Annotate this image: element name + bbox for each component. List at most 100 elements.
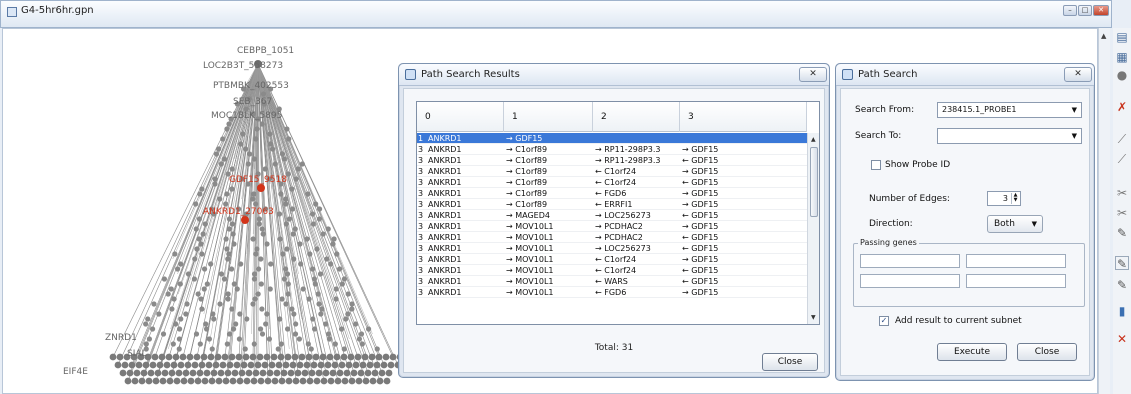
network-node[interactable] xyxy=(203,326,210,332)
network-node[interactable] xyxy=(365,326,372,332)
network-node[interactable] xyxy=(380,361,388,369)
network-node[interactable] xyxy=(275,346,281,352)
network-node[interactable] xyxy=(292,226,298,232)
network-node[interactable] xyxy=(193,331,200,337)
table-scrollbar[interactable]: ▲ ▼ xyxy=(807,133,819,324)
network-node[interactable] xyxy=(341,377,349,385)
network-node[interactable] xyxy=(143,341,149,347)
passing-gene-field[interactable] xyxy=(860,274,960,288)
network-node[interactable] xyxy=(293,321,299,327)
network-node[interactable] xyxy=(281,156,288,162)
network-node[interactable] xyxy=(334,251,340,257)
network-node[interactable] xyxy=(245,161,251,167)
network-node[interactable] xyxy=(364,369,372,377)
network-node[interactable] xyxy=(291,256,297,262)
network-node[interactable] xyxy=(256,221,262,227)
network-node[interactable] xyxy=(338,326,345,332)
network-node[interactable] xyxy=(283,201,289,207)
network-node[interactable] xyxy=(317,361,325,369)
network-node[interactable] xyxy=(345,291,351,297)
network-node[interactable] xyxy=(203,369,211,377)
network-node[interactable] xyxy=(319,306,325,312)
network-node[interactable] xyxy=(116,353,124,361)
network-node[interactable] xyxy=(330,241,336,247)
scissors-icon[interactable]: ✂ xyxy=(1115,206,1129,220)
network-node[interactable] xyxy=(292,377,300,385)
network-node[interactable] xyxy=(124,377,132,385)
network-node[interactable] xyxy=(221,353,229,361)
network-node[interactable] xyxy=(259,306,265,312)
network-node[interactable] xyxy=(160,331,167,337)
delete-tool-icon[interactable]: ✗ xyxy=(1115,100,1129,114)
network-node[interactable] xyxy=(291,353,299,361)
network-node[interactable] xyxy=(278,377,286,385)
network-node[interactable] xyxy=(308,369,316,377)
network-node[interactable] xyxy=(284,271,291,277)
network-node[interactable] xyxy=(267,131,273,137)
network-node[interactable] xyxy=(166,377,174,385)
network-node[interactable] xyxy=(217,196,223,202)
network-node[interactable] xyxy=(285,281,291,287)
network-node[interactable] xyxy=(208,261,214,267)
network-node[interactable] xyxy=(301,369,309,377)
network-node[interactable] xyxy=(191,276,198,282)
network-node[interactable] xyxy=(121,361,129,369)
network-node[interactable] xyxy=(289,361,297,369)
network-node[interactable] xyxy=(371,369,379,377)
network-node[interactable] xyxy=(169,306,175,312)
network-node[interactable] xyxy=(289,306,295,312)
network-node[interactable] xyxy=(234,286,240,292)
network-node[interactable] xyxy=(213,151,220,157)
network-node[interactable] xyxy=(268,141,274,147)
network-node[interactable] xyxy=(211,316,217,322)
network-node[interactable] xyxy=(226,251,232,257)
network-node[interactable] xyxy=(238,261,244,267)
network-node[interactable] xyxy=(305,353,313,361)
network-node[interactable] xyxy=(140,369,148,377)
network-node[interactable] xyxy=(325,226,331,232)
network-node[interactable] xyxy=(271,377,279,385)
network-node[interactable] xyxy=(247,361,255,369)
network-node[interactable] xyxy=(289,186,295,192)
close-tool-icon[interactable]: ✕ xyxy=(1115,332,1129,346)
network-node[interactable] xyxy=(316,216,323,222)
network-node[interactable] xyxy=(235,353,243,361)
network-node[interactable] xyxy=(277,316,283,322)
network-node[interactable] xyxy=(250,377,258,385)
pen-icon[interactable]: ✎ xyxy=(1115,226,1129,240)
network-node[interactable] xyxy=(373,361,381,369)
network-node[interactable] xyxy=(310,361,318,369)
scroll-thumb[interactable] xyxy=(810,147,818,217)
network-node[interactable] xyxy=(299,161,305,167)
network-node[interactable] xyxy=(327,377,335,385)
network-node[interactable] xyxy=(212,176,218,182)
network-node[interactable] xyxy=(168,286,174,292)
network-node[interactable] xyxy=(312,353,320,361)
network-node[interactable] xyxy=(347,353,355,361)
network-node[interactable] xyxy=(201,377,209,385)
network-node[interactable] xyxy=(259,226,265,232)
network-node[interactable] xyxy=(176,336,183,342)
network-node[interactable] xyxy=(156,361,164,369)
network-node[interactable] xyxy=(374,346,380,352)
network-node[interactable] xyxy=(215,146,222,152)
network-node[interactable] xyxy=(345,361,353,369)
network-node[interactable] xyxy=(259,369,267,377)
network-node[interactable] xyxy=(366,361,374,369)
network-node[interactable] xyxy=(349,306,355,312)
network-node[interactable] xyxy=(253,136,259,142)
network-node[interactable] xyxy=(355,377,363,385)
network-node[interactable] xyxy=(268,361,276,369)
network-node[interactable] xyxy=(240,361,248,369)
network-node[interactable] xyxy=(329,369,337,377)
network-node[interactable] xyxy=(196,236,202,242)
network-node[interactable] xyxy=(277,236,283,242)
network-node[interactable] xyxy=(229,221,235,227)
network-node[interactable] xyxy=(138,377,146,385)
search-from-combo[interactable]: 238415.1_PROBE1 ▼ xyxy=(937,102,1082,118)
network-node[interactable] xyxy=(233,321,239,327)
network-node[interactable] xyxy=(319,353,327,361)
cut-icon[interactable]: ✂ xyxy=(1115,186,1129,200)
network-node[interactable] xyxy=(324,256,330,262)
network-node[interactable] xyxy=(334,377,342,385)
